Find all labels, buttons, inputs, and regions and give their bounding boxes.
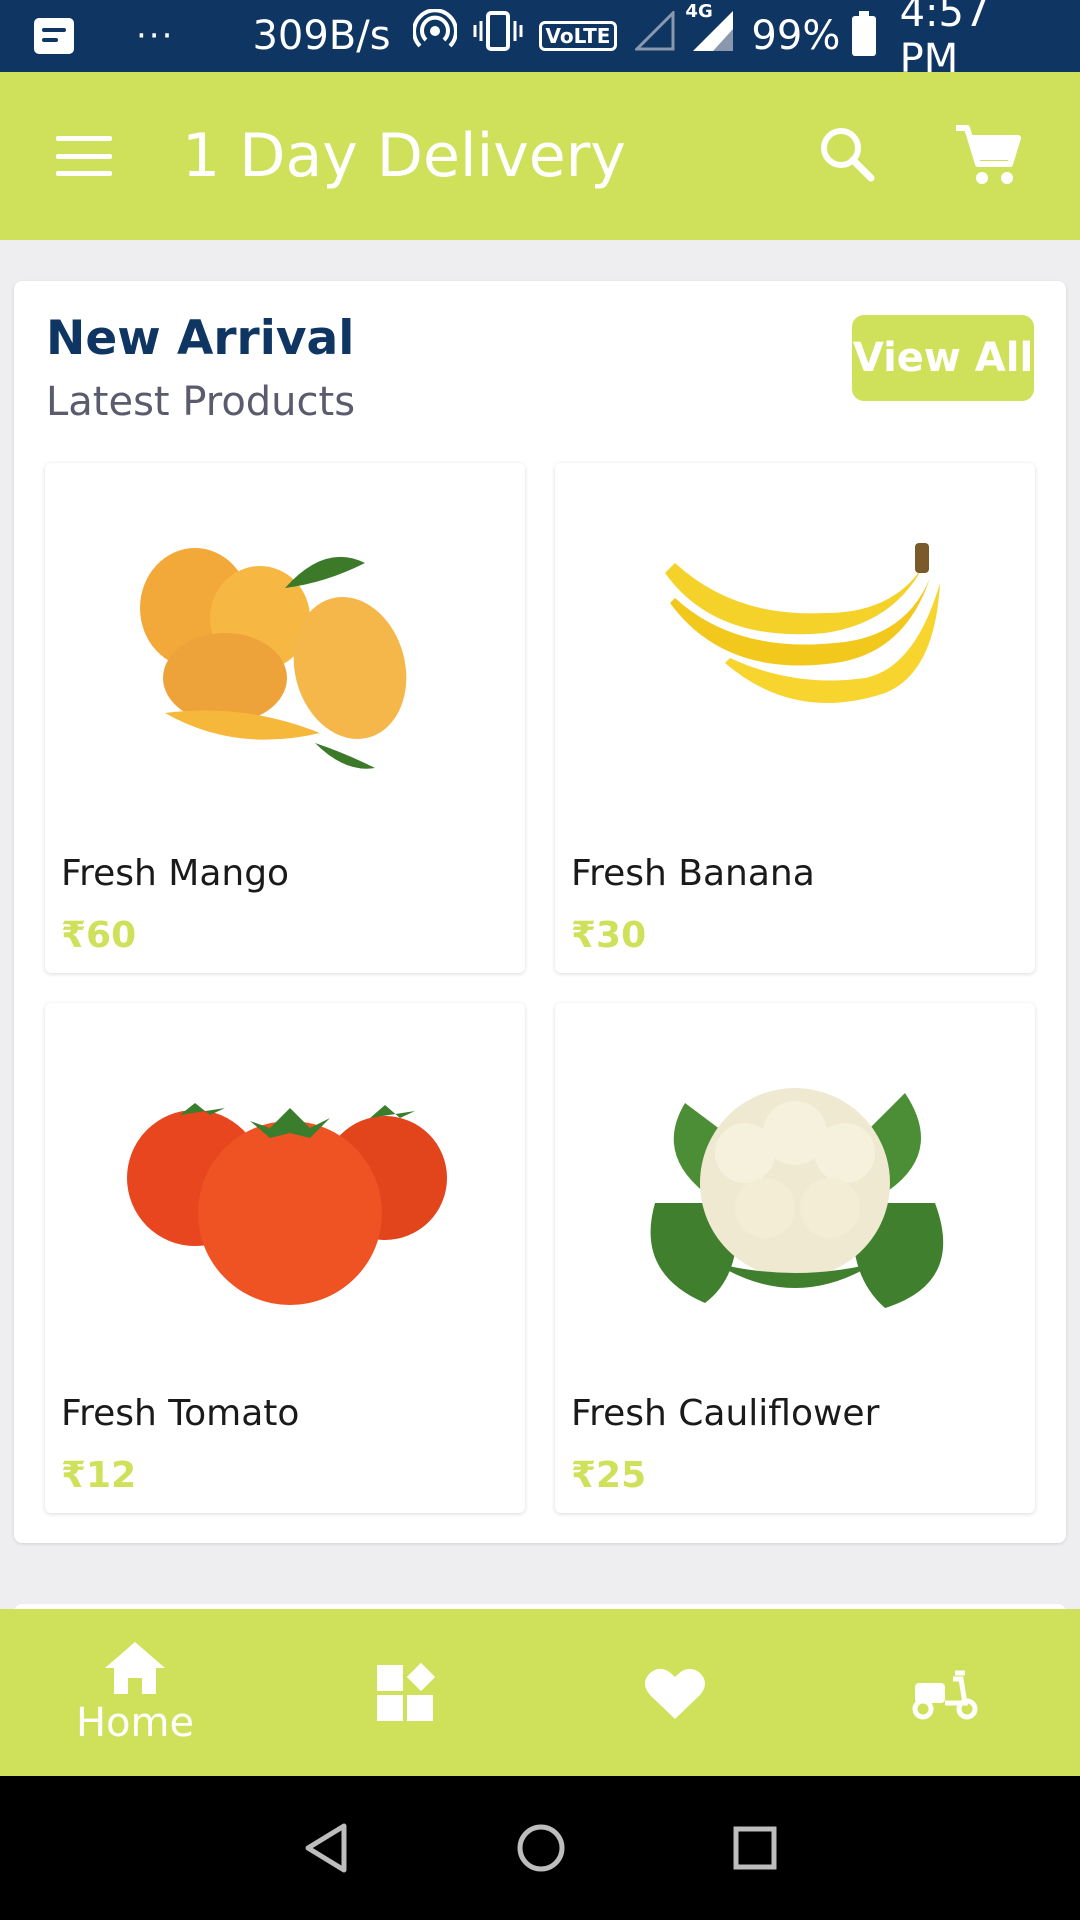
system-navigation-bar xyxy=(0,1776,1080,1920)
product-card-banana[interactable]: Fresh Banana ₹30 xyxy=(555,463,1035,973)
product-name: Fresh Cauliflower xyxy=(571,1393,880,1434)
more-notifications-icon: ··· xyxy=(136,16,175,56)
product-price: ₹25 xyxy=(571,1455,647,1496)
nav-home-label: Home xyxy=(75,1699,195,1746)
product-name: Fresh Mango xyxy=(61,853,290,894)
app-bar: 1 Day Delivery xyxy=(0,72,1080,240)
product-card-mango[interactable]: Fresh Mango ₹60 xyxy=(45,463,525,973)
nav-home[interactable]: Home xyxy=(0,1609,270,1776)
volte-badge: VoLTE xyxy=(538,21,618,51)
heart-icon xyxy=(645,1668,705,1719)
vibrate-icon xyxy=(473,9,523,63)
bottom-navigation: Home xyxy=(0,1609,1080,1776)
nav-categories[interactable] xyxy=(270,1609,540,1776)
banana-image xyxy=(665,543,940,703)
recents-icon[interactable] xyxy=(732,1825,778,1871)
clock: 4:57 PM xyxy=(899,0,990,82)
cauliflower-image xyxy=(650,1088,944,1308)
product-price: ₹60 xyxy=(61,915,137,956)
home-circle-icon[interactable] xyxy=(515,1822,567,1874)
battery-icon xyxy=(852,11,876,56)
app-title: 1 Day Delivery xyxy=(182,121,626,191)
battery-percent: 99% xyxy=(751,13,841,59)
menu-button[interactable] xyxy=(56,136,112,176)
signal-empty-icon xyxy=(633,9,675,61)
search-button[interactable] xyxy=(815,122,879,186)
network-speed: 309B/s xyxy=(252,13,391,59)
delivery-scooter-icon xyxy=(912,1670,978,1719)
signal-4g-icon: 4G xyxy=(685,1,735,63)
nav-delivery[interactable] xyxy=(810,1609,1080,1776)
product-name: Fresh Banana xyxy=(571,853,815,894)
product-card-cauliflower[interactable]: Fresh Cauliflower ₹25 xyxy=(555,1003,1035,1513)
product-price: ₹30 xyxy=(571,915,647,956)
menu-icon-line xyxy=(56,153,112,159)
product-price: ₹12 xyxy=(61,1455,137,1496)
status-bar: ··· 309B/s VoLTE 4G 99% 4:57 PM xyxy=(0,0,1080,82)
cart-button[interactable] xyxy=(952,120,1022,190)
back-icon[interactable] xyxy=(302,1822,350,1874)
hotspot-icon xyxy=(411,8,458,63)
notification-icon xyxy=(34,18,74,54)
mango-image xyxy=(140,548,407,769)
network-type: 4G xyxy=(685,1,713,22)
new-arrival-section: New Arrival Latest Products View All Fre… xyxy=(14,281,1066,1543)
cart-icon xyxy=(956,125,1021,184)
menu-icon-line xyxy=(56,171,112,176)
view-all-button[interactable]: View All xyxy=(852,315,1034,401)
nav-wishlist[interactable] xyxy=(540,1609,810,1776)
categories-icon xyxy=(377,1662,435,1721)
menu-icon xyxy=(56,136,112,141)
section-subtitle: Latest Products xyxy=(46,379,356,425)
product-name: Fresh Tomato xyxy=(61,1393,300,1434)
section-title: New Arrival xyxy=(46,311,355,366)
tomato-image xyxy=(127,1103,447,1305)
search-icon xyxy=(821,128,875,182)
home-icon xyxy=(105,1641,165,1694)
product-card-tomato[interactable]: Fresh Tomato ₹12 xyxy=(45,1003,525,1513)
